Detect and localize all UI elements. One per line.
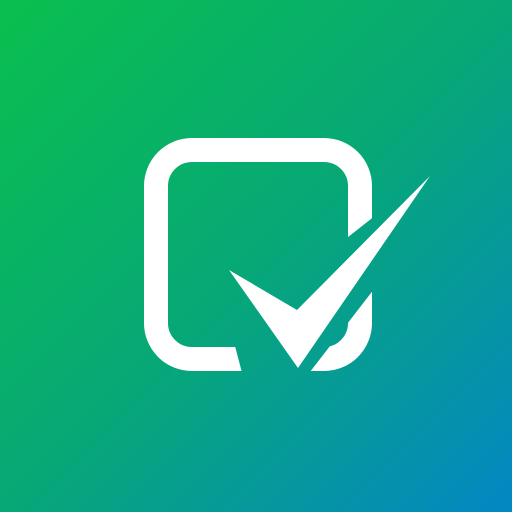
background — [0, 0, 512, 512]
checkbox-checked-icon — [0, 0, 512, 512]
app-icon — [0, 0, 512, 512]
